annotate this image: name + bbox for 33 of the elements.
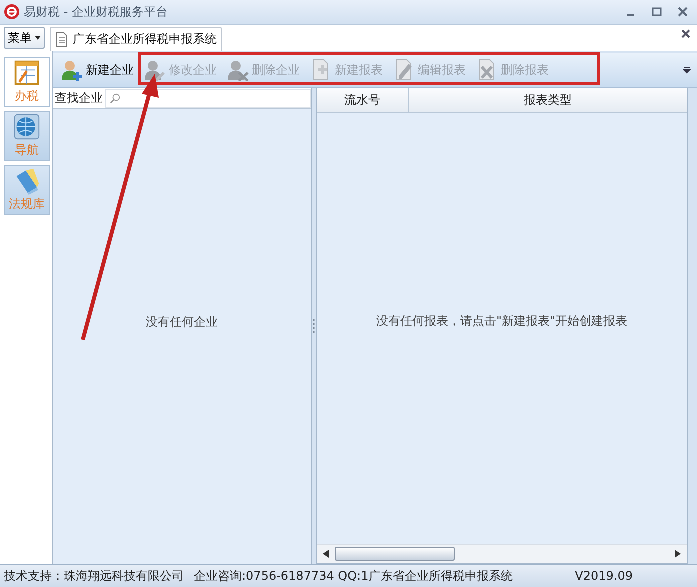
- horizontal-scrollbar[interactable]: [317, 544, 687, 563]
- window-title: 易财税 - 企业财税服务平台: [24, 4, 168, 20]
- close-tab-icon[interactable]: [681, 29, 691, 39]
- scroll-left-icon[interactable]: [323, 550, 329, 558]
- column-header[interactable]: 流水号: [317, 88, 408, 112]
- globe-icon: [13, 113, 41, 141]
- search-icon: [110, 92, 121, 104]
- document-tab[interactable]: 广东省企业所得税申报系统: [50, 27, 222, 51]
- nav-item[interactable]: 法规库: [4, 165, 50, 215]
- empty-message: 没有任何企业: [146, 314, 218, 331]
- search-label: 查找企业: [55, 90, 103, 106]
- status-text: V2019.09: [575, 569, 633, 583]
- user-edit-icon: [144, 59, 166, 81]
- empty-message: 没有任何报表，请点击"新建报表"开始创建报表: [376, 313, 628, 330]
- status-text: 广东省企业所得税申报系统: [368, 568, 513, 584]
- app-logo-icon: [4, 4, 20, 20]
- close-icon[interactable]: [677, 6, 689, 18]
- user-add-icon: [61, 59, 83, 81]
- nav-item[interactable]: 办税: [4, 57, 50, 107]
- search-field[interactable]: [105, 88, 311, 108]
- toolbar-button[interactable]: 新建企业: [57, 56, 138, 84]
- status-text: 技术支持：珠海翔远科技有限公司: [4, 568, 184, 584]
- user-delete-icon: [227, 59, 249, 81]
- toolbar-overflow-icon[interactable]: [683, 65, 691, 75]
- caret-icon: [35, 36, 41, 40]
- scroll-right-icon[interactable]: [675, 550, 681, 558]
- nav-item[interactable]: 导航: [4, 111, 50, 161]
- table-pencil-icon: [13, 59, 41, 87]
- document-icon: [55, 32, 69, 48]
- column-header[interactable]: 报表类型: [408, 88, 687, 112]
- status-text: 企业咨询:0756-6187734 QQ:1: [194, 568, 369, 584]
- menu-button[interactable]: 菜单: [4, 27, 45, 49]
- maximize-icon[interactable]: [651, 6, 663, 18]
